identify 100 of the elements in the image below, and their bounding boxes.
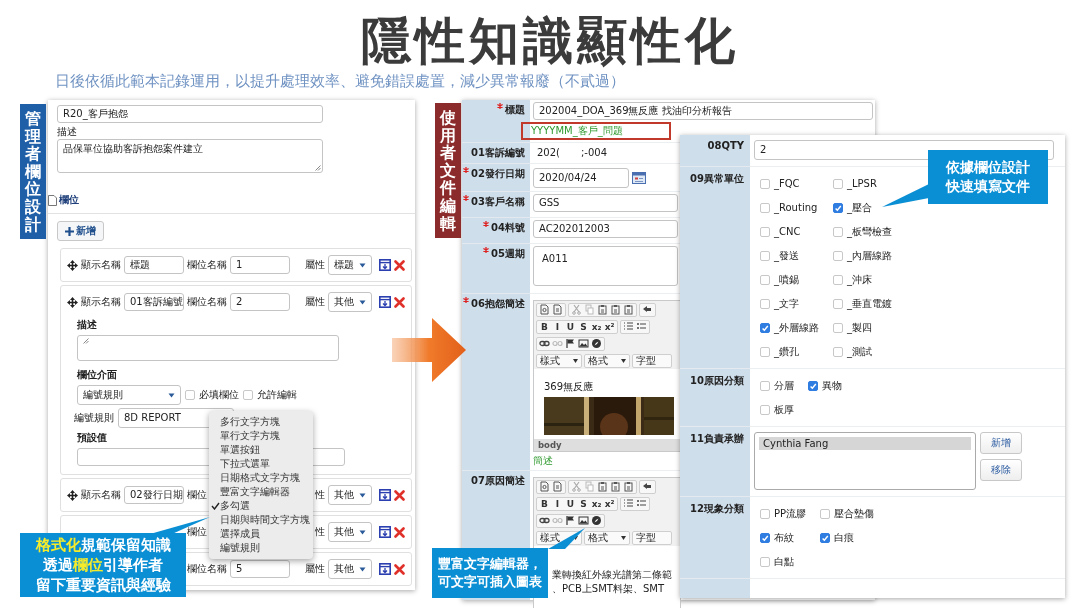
format-button[interactable]: x² xyxy=(603,497,616,510)
text-field[interactable]: 202004_DOA_369無反應 找油印分析報告 xyxy=(533,102,873,120)
page-icon[interactable] xyxy=(552,481,563,492)
move-icon[interactable] xyxy=(67,296,78,308)
date-field[interactable]: 2020/04/24 xyxy=(533,167,629,188)
checkbox[interactable] xyxy=(833,203,843,213)
interface-select[interactable]: 編號規則 xyxy=(77,385,181,405)
bullet-list-icon[interactable] xyxy=(636,498,647,509)
format-button[interactable]: x² xyxy=(603,320,616,333)
attribute-select[interactable]: 其他 xyxy=(328,292,372,312)
clipboard-icon[interactable] xyxy=(623,304,634,315)
field-name-field[interactable]: 2 xyxy=(230,293,290,311)
menu-item[interactable]: 日期與時間文字方塊 xyxy=(209,513,313,527)
checkbox[interactable] xyxy=(760,275,770,285)
checkbox[interactable] xyxy=(833,275,843,285)
checkbox[interactable] xyxy=(820,509,831,519)
checkbox[interactable] xyxy=(760,299,770,309)
format-button[interactable]: I xyxy=(551,320,564,333)
clipboard-icon[interactable] xyxy=(610,481,621,492)
description-field[interactable] xyxy=(77,335,339,361)
checkbox[interactable] xyxy=(760,509,770,519)
calendar-icon[interactable] xyxy=(632,171,646,184)
attribute-select[interactable]: 其他 xyxy=(328,485,372,505)
scissors-icon[interactable] xyxy=(571,304,582,315)
checkbox[interactable] xyxy=(760,347,770,357)
clipboard-icon[interactable] xyxy=(623,481,634,492)
display-name-field[interactable]: 02發行日期 xyxy=(124,486,184,504)
delete-icon[interactable] xyxy=(394,526,405,538)
clipboard-icon[interactable] xyxy=(597,304,608,315)
image-icon[interactable] xyxy=(578,338,589,349)
checkbox[interactable] xyxy=(833,323,843,333)
member-button[interactable]: 新增 xyxy=(980,432,1022,454)
save-icon[interactable] xyxy=(379,489,391,501)
display-name-field[interactable]: 標題 xyxy=(124,256,184,274)
checkbox[interactable] xyxy=(760,251,770,261)
checkbox[interactable] xyxy=(243,390,253,400)
save-icon[interactable] xyxy=(379,526,391,538)
save-icon[interactable] xyxy=(379,259,391,271)
document-icon[interactable] xyxy=(539,481,550,492)
menu-item[interactable]: 編號規則 xyxy=(209,541,313,555)
document-icon[interactable] xyxy=(539,304,550,315)
numbered-list-icon[interactable] xyxy=(623,498,634,509)
checkbox[interactable] xyxy=(760,381,770,391)
toolbar-dropdown[interactable]: 格式 xyxy=(584,353,630,368)
attribute-select[interactable]: 其他 xyxy=(328,559,372,579)
toolbar-dropdown[interactable]: 字型 xyxy=(632,353,672,368)
flag-icon[interactable] xyxy=(565,515,576,526)
menu-item[interactable]: 多勾選 xyxy=(209,499,313,513)
menu-item[interactable]: 豐富文字編輯器 xyxy=(209,485,313,499)
move-icon[interactable] xyxy=(67,259,78,271)
description-field[interactable]: 品保單位協助客訴抱怨案件建立 xyxy=(57,139,323,173)
undo-arrow-icon[interactable] xyxy=(642,304,653,315)
delete-icon[interactable] xyxy=(394,259,405,271)
checkbox[interactable] xyxy=(760,557,770,567)
format-button[interactable]: B xyxy=(538,320,551,333)
menu-item[interactable]: 單選按鈕 xyxy=(209,443,313,457)
menu-item[interactable]: 單行文字方塊 xyxy=(209,429,313,443)
checkbox[interactable] xyxy=(820,533,831,543)
delete-icon[interactable] xyxy=(394,489,405,501)
field-name-field[interactable]: 1 xyxy=(230,256,290,274)
display-name-field[interactable]: 01客訴編號 xyxy=(124,293,184,311)
link-icon[interactable] xyxy=(539,515,550,526)
format-button[interactable]: x₂ xyxy=(590,320,603,333)
attribute-select[interactable]: 其他 xyxy=(328,522,372,542)
template-name-field[interactable]: R20_客戶抱怨 xyxy=(57,105,323,123)
scissors-icon[interactable] xyxy=(571,481,582,492)
format-button[interactable]: S xyxy=(577,320,590,333)
format-button[interactable]: U xyxy=(564,320,577,333)
member-button[interactable]: 移除 xyxy=(980,459,1022,481)
text-area[interactable]: A011 xyxy=(533,246,678,286)
field-name-field[interactable]: 5 xyxy=(230,560,290,578)
page-icon[interactable] xyxy=(552,304,563,315)
menu-item[interactable]: 日期格式文字方塊 xyxy=(209,471,313,485)
flag-icon[interactable] xyxy=(565,338,576,349)
delete-icon[interactable] xyxy=(394,296,405,308)
format-button[interactable]: S xyxy=(577,497,590,510)
add-button[interactable]: 新增 xyxy=(57,221,104,241)
checkbox[interactable] xyxy=(760,405,770,415)
checkbox[interactable] xyxy=(833,299,843,309)
delete-icon[interactable] xyxy=(394,563,405,575)
compass-icon[interactable] xyxy=(591,338,602,349)
clipboard-icon[interactable] xyxy=(610,304,621,315)
format-button[interactable]: U xyxy=(564,497,577,510)
clipboard-icon[interactable] xyxy=(597,481,608,492)
checkbox[interactable] xyxy=(760,227,770,237)
move-icon[interactable] xyxy=(67,489,78,501)
checkbox[interactable] xyxy=(833,179,843,189)
list-item[interactable]: Cynthia Fang xyxy=(759,437,971,450)
attribute-select[interactable]: 標題 xyxy=(328,255,372,275)
format-button[interactable]: x₂ xyxy=(590,497,603,510)
bullet-list-icon[interactable] xyxy=(636,321,647,332)
checkbox[interactable] xyxy=(808,381,818,391)
image-icon[interactable] xyxy=(578,515,589,526)
toolbar-dropdown[interactable]: 格式 xyxy=(584,530,630,545)
checkbox[interactable] xyxy=(760,179,770,189)
checkbox[interactable] xyxy=(760,203,770,213)
checkbox[interactable] xyxy=(833,347,843,357)
checkbox[interactable] xyxy=(833,251,843,261)
format-button[interactable]: B xyxy=(538,497,551,510)
toolbar-dropdown[interactable]: 字型 xyxy=(632,530,672,545)
